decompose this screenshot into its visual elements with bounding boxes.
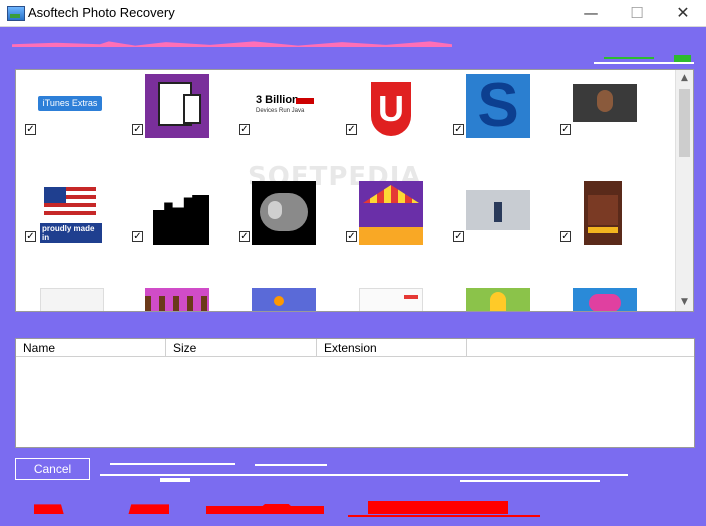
itunes-extras-badge: iTunes Extras <box>38 96 102 111</box>
thumbnail-portrait[interactable] <box>573 84 637 122</box>
thumbnail-u-logo[interactable]: U <box>359 74 423 138</box>
thumbnail-checkbox[interactable]: ✓ <box>132 231 143 242</box>
garbled-progress-line-4 <box>160 478 190 482</box>
red-accent-bar <box>296 98 314 104</box>
thumbnail-carousel[interactable] <box>359 181 423 245</box>
garbled-footer-graphic-2 <box>206 504 324 514</box>
garbled-status-line-2 <box>604 57 654 59</box>
thumbnail-s-logo[interactable]: S <box>466 74 530 138</box>
thumbnail-checkbox[interactable]: ✓ <box>239 124 250 135</box>
cartoon-tower <box>490 292 506 311</box>
phone-image <box>183 94 201 124</box>
u-logo-letter: U <box>371 82 411 136</box>
webpage-accent <box>404 295 418 299</box>
thumbnail-checkbox[interactable]: ✓ <box>453 124 464 135</box>
planet-shape <box>274 296 284 306</box>
cancel-button[interactable]: Cancel <box>15 458 90 480</box>
silhouette-shape <box>153 195 209 245</box>
portrait-face <box>597 90 613 112</box>
app-button-bar <box>588 227 618 233</box>
thumbnail-silhouette[interactable] <box>145 181 209 245</box>
garbled-progress-line-3 <box>100 474 628 476</box>
thumbnail-phone-app[interactable] <box>584 181 622 245</box>
devices-run-java-text: Devices Run Java <box>256 108 305 114</box>
garbled-footer-graphic-3 <box>368 501 508 514</box>
thumbnail-checkbox[interactable]: ✓ <box>453 231 464 242</box>
candy-shape <box>589 294 621 311</box>
thumbnail-candy-game[interactable] <box>573 288 637 311</box>
garbled-progress-line-1 <box>110 463 235 465</box>
column-header-size[interactable]: Size <box>166 339 317 357</box>
column-header-name[interactable]: Name <box>16 339 166 357</box>
thumbnail-checkbox[interactable]: ✓ <box>25 124 36 135</box>
garbled-progress-line-2 <box>255 464 327 466</box>
flag-canton <box>44 187 66 203</box>
thumbnail-checkbox[interactable]: ✓ <box>132 124 143 135</box>
title-bar: Asoftech Photo Recovery — ☐ ✕ <box>0 0 706 27</box>
3-billion-headline: 3 Billion <box>256 94 299 106</box>
column-header-empty <box>467 339 694 357</box>
thumbnail-ct-scan[interactable] <box>252 181 316 245</box>
thumbnail-document[interactable] <box>40 288 104 311</box>
garbled-status-line <box>594 62 694 64</box>
column-header-extension[interactable]: Extension <box>317 339 467 357</box>
app-form-area <box>588 195 618 225</box>
close-button[interactable]: ✕ <box>660 0 706 26</box>
thumbnail-checkbox[interactable]: ✓ <box>346 231 357 242</box>
window-title: Asoftech Photo Recovery <box>28 5 175 20</box>
thumbnail-itunes-extras[interactable]: iTunes Extras <box>38 74 102 138</box>
thumbnail-scrollbar[interactable]: ▲ ▼ <box>675 70 693 311</box>
thumbnail-american-flag[interactable]: proudly made in <box>38 181 102 245</box>
thumbnail-checkbox[interactable]: ✓ <box>25 231 36 242</box>
app-photo-icon <box>7 6 25 21</box>
garbled-progress-line-5 <box>460 480 600 482</box>
scrollbar-thumb[interactable] <box>679 89 690 157</box>
garbled-footer-underline <box>348 515 540 517</box>
maximize-button[interactable]: ☐ <box>614 0 660 26</box>
garbled-footer-graphic-1 <box>34 504 169 514</box>
recovered-files-list[interactable]: Name Size Extension <box>15 338 695 448</box>
garbled-header-graphic <box>12 41 452 47</box>
thumbnail-snow-scene[interactable] <box>466 190 530 230</box>
thumbnail-game-trees[interactable] <box>145 288 209 311</box>
proudly-made-text: proudly made in <box>40 223 102 243</box>
snow-figure <box>494 202 502 222</box>
scroll-down-arrow-icon[interactable]: ▼ <box>676 294 693 311</box>
thumbnail-3-billion[interactable]: 3 Billion Devices Run Java <box>252 74 316 138</box>
thumbnail-checkbox[interactable]: ✓ <box>560 231 571 242</box>
thumbnail-cartoon-scene[interactable] <box>466 288 530 311</box>
thumbnail-checkbox[interactable]: ✓ <box>239 231 250 242</box>
thumbnail-grid[interactable]: SOFTPEDIA iTunes Extras ✓ ✓ 3 Billion De… <box>15 69 694 312</box>
thumbnail-checkbox[interactable]: ✓ <box>346 124 357 135</box>
thumbnail-webpage[interactable] <box>359 288 423 311</box>
carousel-ground <box>359 227 423 245</box>
thumbnail-checkbox[interactable]: ✓ <box>560 124 571 135</box>
minimize-button[interactable]: — <box>568 0 614 26</box>
thumbnail-space[interactable] <box>252 288 316 311</box>
scroll-up-arrow-icon[interactable]: ▲ <box>676 70 693 87</box>
ct-organ-shape <box>268 201 282 219</box>
tree-trunks <box>145 296 209 311</box>
thumbnail-tablet-phone[interactable] <box>145 74 209 138</box>
s-logo-letter: S <box>477 74 519 138</box>
carousel-top <box>363 185 419 203</box>
